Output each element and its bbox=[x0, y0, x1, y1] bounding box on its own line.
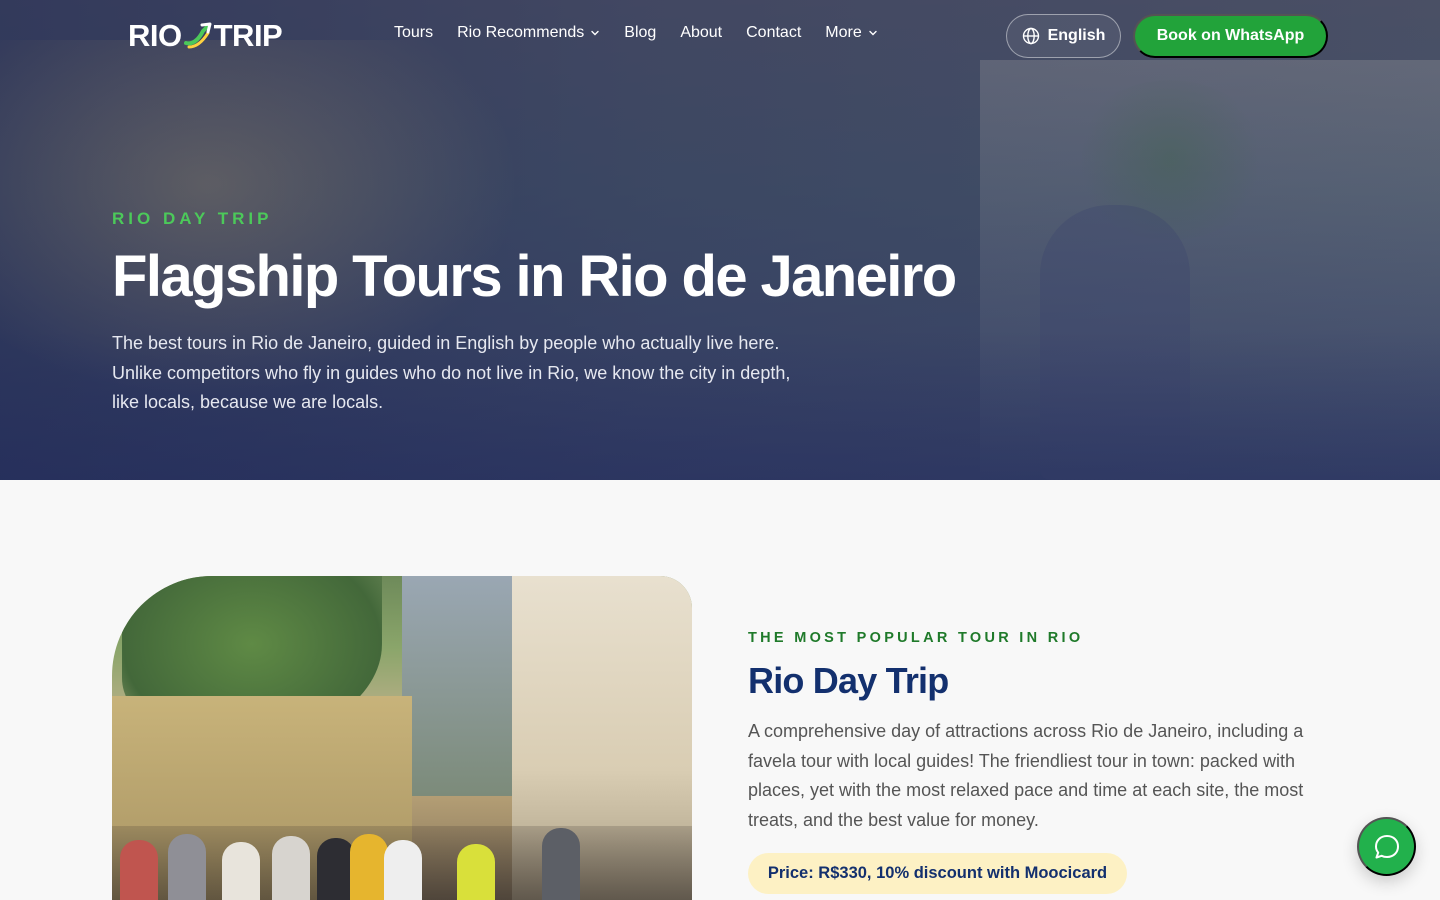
nav-links: Tours Rio Recommends Blog About Contact … bbox=[394, 24, 878, 42]
top-navigation: RIO TRIP Tours Rio Recommends Blog About… bbox=[0, 0, 1440, 72]
photo-person bbox=[120, 840, 158, 900]
chat-button[interactable] bbox=[1357, 817, 1416, 876]
hero-section: RIO TRIP Tours Rio Recommends Blog About… bbox=[0, 0, 1440, 480]
feature-title: Rio Day Trip bbox=[748, 660, 949, 701]
photo-person bbox=[457, 844, 495, 900]
logo-swoosh-icon bbox=[183, 22, 212, 49]
logo-text-left: RIO bbox=[128, 18, 182, 53]
nav-about[interactable]: About bbox=[680, 24, 722, 42]
language-selector-button[interactable]: English bbox=[1006, 14, 1121, 58]
nav-more-label: More bbox=[825, 24, 862, 41]
chevron-down-icon bbox=[869, 30, 877, 36]
photo-person bbox=[384, 840, 422, 900]
nav-contact-label: Contact bbox=[746, 24, 802, 41]
nav-blog-label: Blog bbox=[624, 24, 657, 41]
nav-more[interactable]: More bbox=[825, 24, 877, 42]
logo-text-right: TRIP bbox=[213, 18, 283, 53]
nav-contact[interactable]: Contact bbox=[746, 24, 801, 42]
nav-rio-recommends[interactable]: Rio Recommends bbox=[457, 24, 600, 42]
hero-description: The best tours in Rio de Janeiro, guided… bbox=[112, 333, 791, 412]
nav-tours[interactable]: Tours bbox=[394, 24, 433, 42]
photo-person bbox=[222, 842, 260, 900]
photo-person bbox=[168, 834, 206, 900]
photo-hillside bbox=[402, 576, 512, 796]
feature-description: A comprehensive day of attractions acros… bbox=[748, 721, 1304, 830]
photo-person bbox=[350, 834, 388, 900]
site-logo[interactable]: RIO TRIP bbox=[128, 18, 283, 53]
chat-bubble-icon bbox=[1374, 834, 1399, 858]
globe-icon bbox=[1022, 27, 1039, 45]
nav-blog[interactable]: Blog bbox=[624, 24, 656, 42]
language-label: English bbox=[1047, 27, 1106, 44]
feature-eyebrow: THE MOST POPULAR TOUR IN RIO bbox=[748, 630, 1084, 646]
hero-eyebrow: RIO DAY TRIP bbox=[112, 209, 273, 228]
photo-tour-group bbox=[112, 826, 692, 900]
photo-person bbox=[272, 836, 310, 900]
tour-photo bbox=[112, 576, 692, 900]
nav-tours-label: Tours bbox=[394, 24, 434, 41]
nav-rio-recommends-label: Rio Recommends bbox=[457, 24, 585, 41]
book-on-whatsapp-button[interactable]: Book on WhatsApp bbox=[1133, 14, 1328, 58]
photo-person bbox=[542, 828, 580, 900]
price-badge: Price: R$330, 10% discount with Moocicar… bbox=[748, 853, 1127, 894]
nav-about-label: About bbox=[680, 24, 723, 41]
chevron-down-icon bbox=[591, 30, 599, 36]
page-title: Flagship Tours in Rio de Janeiro bbox=[112, 244, 957, 309]
